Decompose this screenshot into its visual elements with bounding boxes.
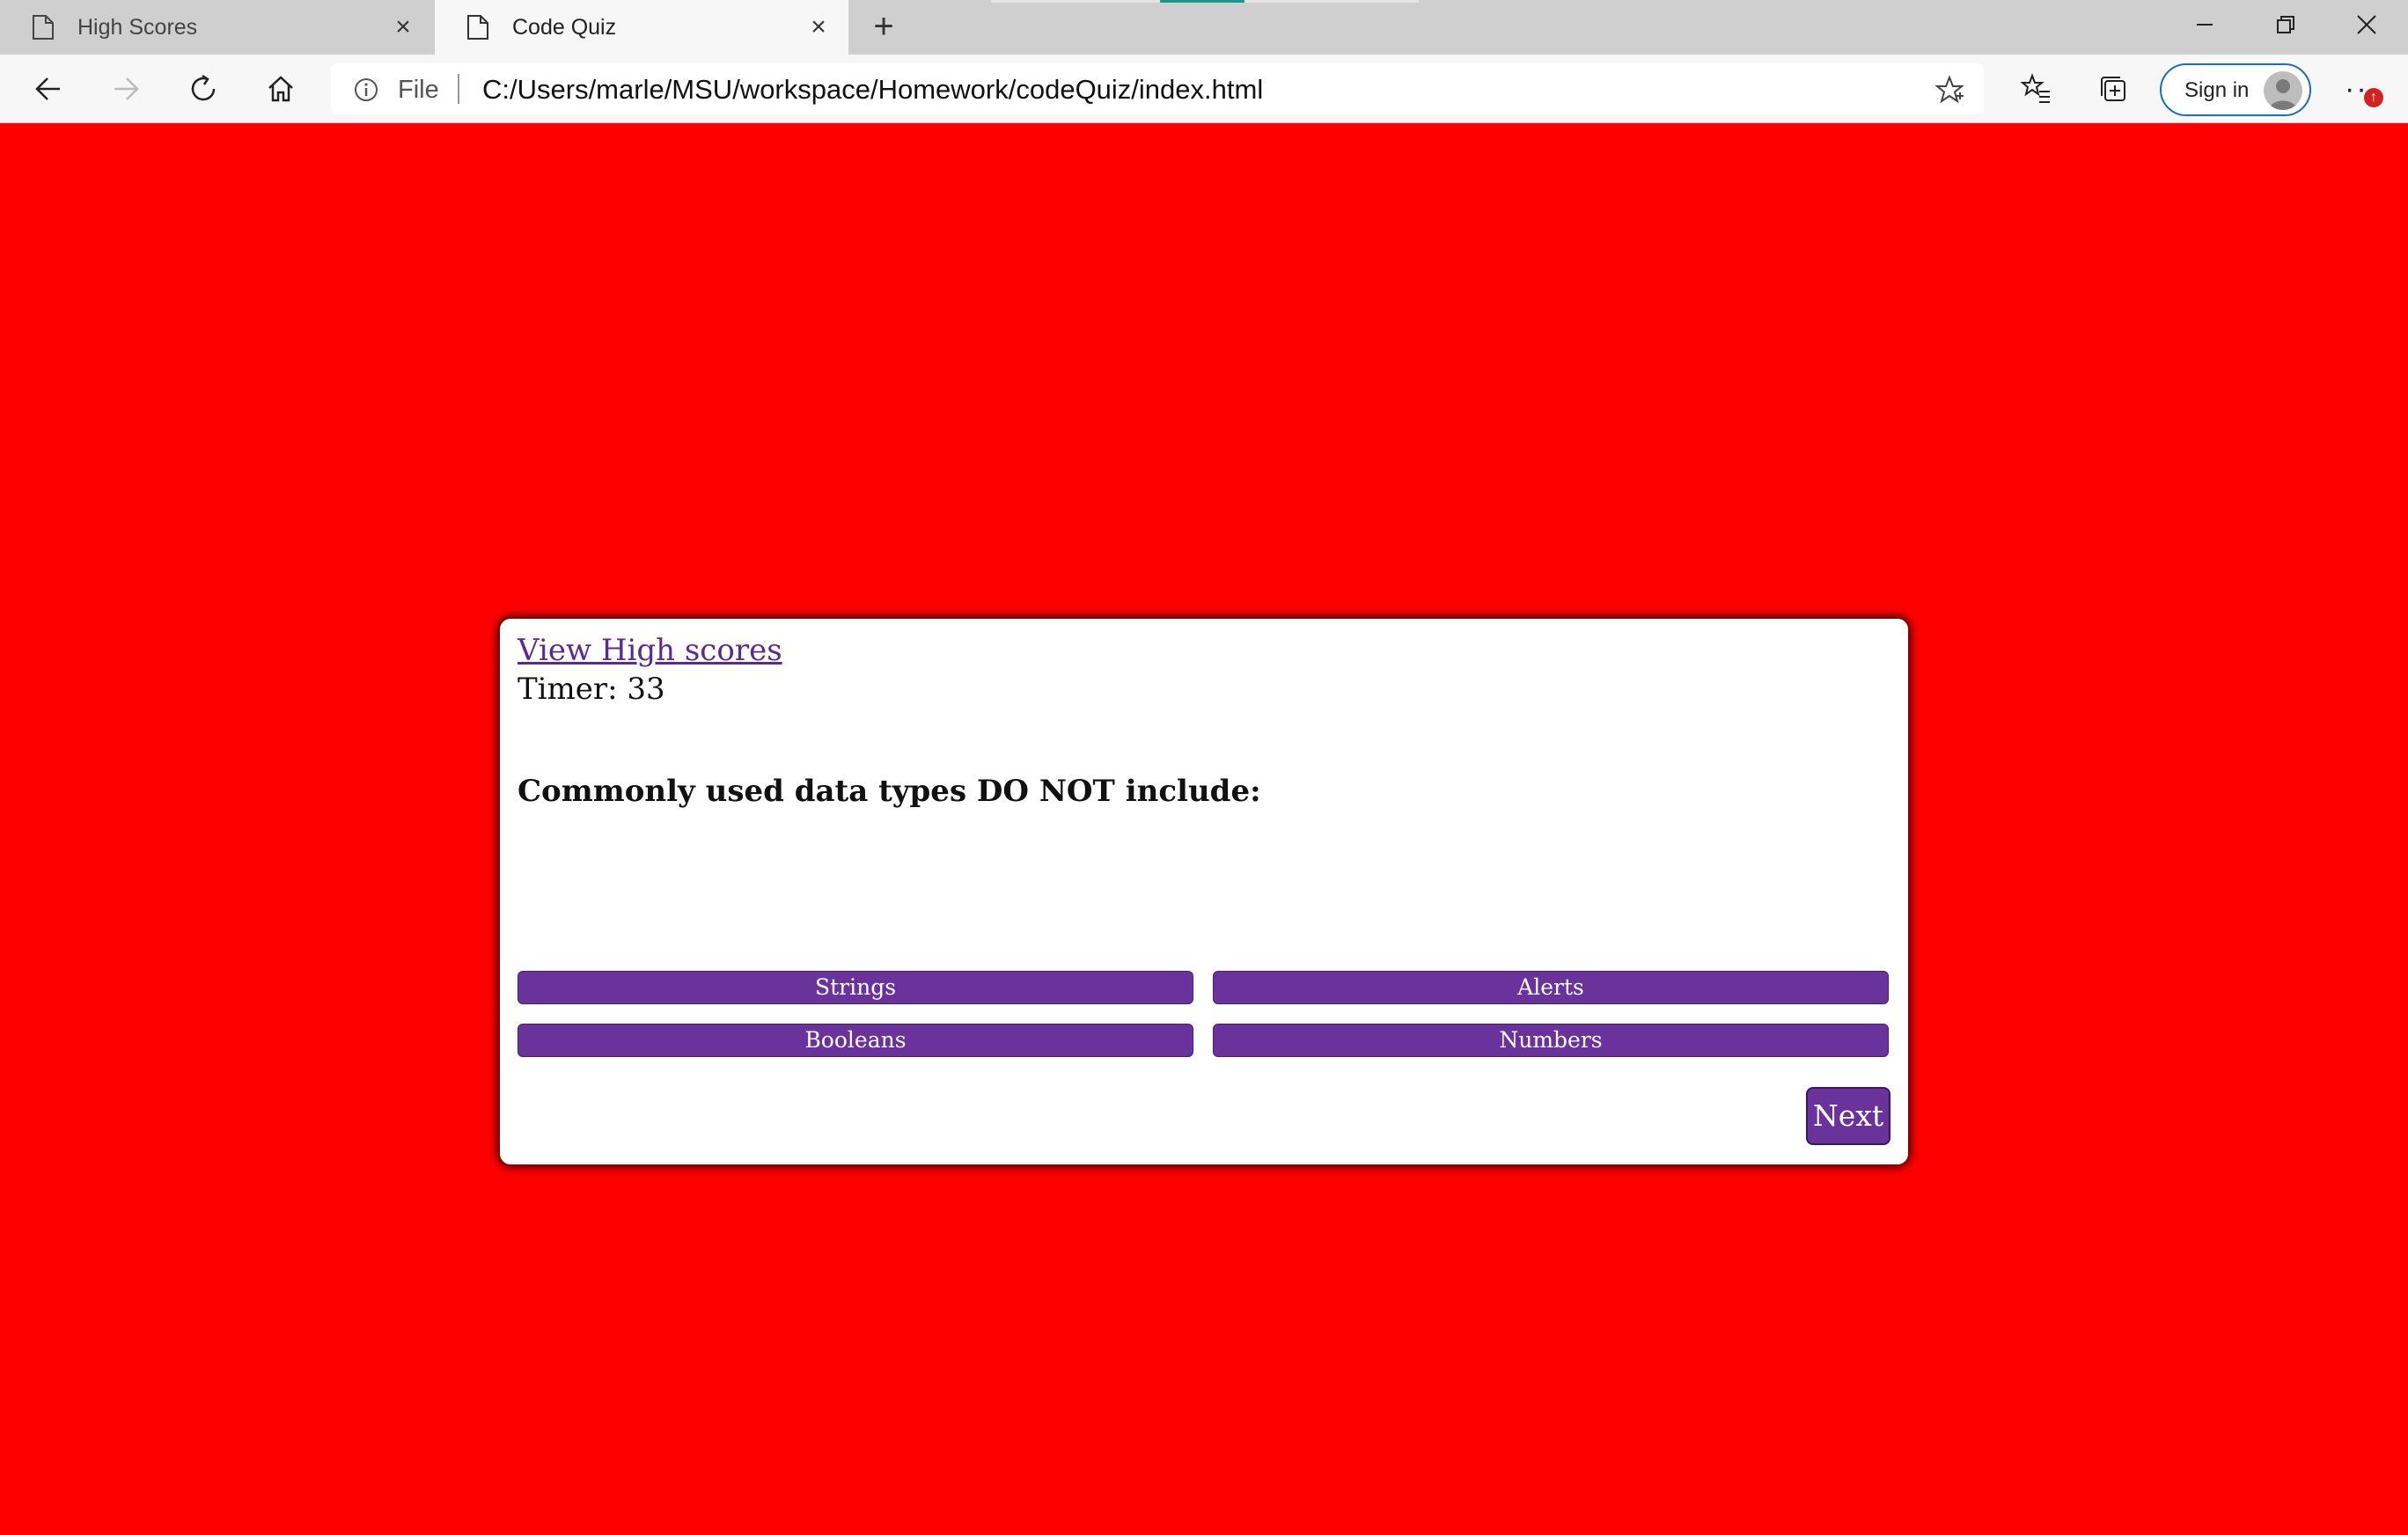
tab-strip-indicator-accent <box>1160 0 1244 3</box>
back-button[interactable] <box>26 67 70 111</box>
add-favorite-star-icon[interactable] <box>1934 75 1964 105</box>
collections-icon <box>2101 77 2125 101</box>
refresh-button[interactable] <box>181 67 225 111</box>
view-high-scores-link[interactable]: View High scores <box>518 633 782 668</box>
answer-button-numbers[interactable]: Numbers <box>1213 1024 1889 1057</box>
next-button[interactable]: Next <box>1806 1087 1890 1145</box>
minimize-button[interactable] <box>2165 0 2244 49</box>
info-icon[interactable] <box>354 77 378 102</box>
quiz-card: View High scores Timer: 33 Commonly used… <box>500 619 1908 1164</box>
close-icon <box>2357 15 2376 34</box>
answer-button-booleans[interactable]: Booleans <box>518 1024 1193 1057</box>
collections-button[interactable] <box>2091 67 2135 111</box>
update-badge: ↑ <box>2364 88 2383 107</box>
question-text: Commonly used data types DO NOT include: <box>518 774 1261 809</box>
window-close-button[interactable] <box>2327 0 2406 49</box>
close-tab-icon[interactable]: × <box>391 14 415 40</box>
address-separator <box>458 74 459 104</box>
avatar-icon <box>2264 71 2302 110</box>
new-tab-icon[interactable]: + <box>866 9 901 44</box>
tab-bar: High Scores × Code Quiz × + <box>0 0 2408 55</box>
address-bar[interactable]: File C:/Users/marle/MSU/workspace/Homewo… <box>331 63 1984 114</box>
sign-in-label: Sign in <box>2184 78 2250 102</box>
page-icon <box>33 15 54 40</box>
answer-button-strings[interactable]: Strings <box>518 971 1193 1004</box>
sign-in-button[interactable]: Sign in <box>2160 63 2311 116</box>
close-tab-icon[interactable]: × <box>806 14 831 40</box>
favorites-list-icon <box>2020 73 2050 103</box>
restore-button[interactable] <box>2246 0 2325 49</box>
minimize-icon <box>2197 24 2213 26</box>
url-text[interactable]: C:/Users/marle/MSU/workspace/Homework/co… <box>482 74 1263 106</box>
url-scheme-label: File <box>398 76 439 104</box>
back-arrow-icon <box>35 77 60 100</box>
browser-toolbar: File C:/Users/marle/MSU/workspace/Homewo… <box>0 55 2408 123</box>
forward-button[interactable] <box>104 67 148 111</box>
page-icon <box>467 15 488 40</box>
forward-arrow-icon <box>114 77 139 100</box>
answer-button-alerts[interactable]: Alerts <box>1213 971 1889 1004</box>
tab-high-scores[interactable]: High Scores × <box>0 0 433 55</box>
home-icon <box>268 76 293 102</box>
refresh-icon <box>191 74 216 101</box>
page-viewport: View High scores Timer: 33 Commonly used… <box>0 124 2408 1535</box>
tab-title: Code Quiz <box>512 15 617 40</box>
tab-code-quiz[interactable]: Code Quiz × <box>435 0 848 55</box>
favorites-button[interactable] <box>2014 67 2058 111</box>
tab-title: High Scores <box>77 15 198 40</box>
timer-display: Timer: 33 <box>518 672 665 707</box>
restore-icon <box>2277 16 2294 33</box>
home-button[interactable] <box>259 67 303 111</box>
